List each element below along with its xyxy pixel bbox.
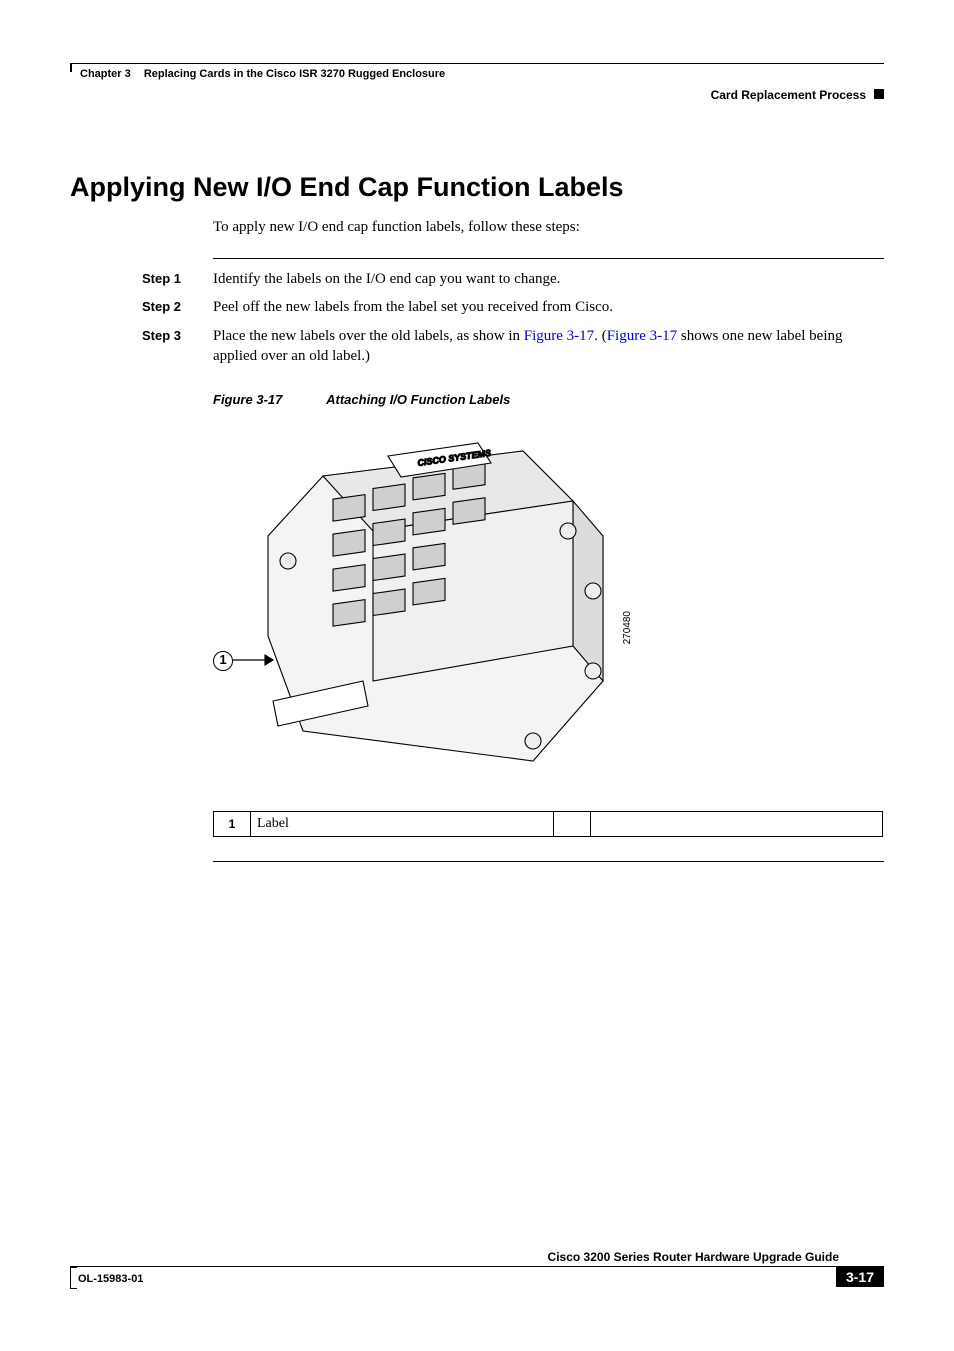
step-label: Step 1 — [142, 269, 213, 289]
figure-link[interactable]: Figure 3-17 — [524, 328, 594, 344]
legend-desc-empty — [591, 812, 883, 837]
header-marker-icon — [874, 89, 884, 99]
footer-doc-title: Cisco 3200 Series Router Hardware Upgrad… — [548, 1250, 839, 1264]
footer-rule: OL-15983-01 3-17 — [70, 1266, 884, 1291]
step-row: Step 2 Peel off the new labels from the … — [142, 297, 884, 317]
figure-drawing-id: 270480 — [622, 611, 633, 644]
footer-ol-bracket-icon — [70, 1267, 77, 1289]
legend-num: 1 — [214, 812, 251, 837]
steps-bottom-rule — [213, 861, 884, 862]
figure-link[interactable]: Figure 3-17 — [607, 328, 677, 344]
intro-text: To apply new I/O end cap function labels… — [213, 219, 884, 236]
running-header-right: Card Replacement Process — [711, 88, 866, 102]
step3-mid: . ( — [594, 328, 607, 344]
figure-title: Attaching I/O Function Labels — [326, 392, 510, 407]
step-row: Step 3 Place the new labels over the old… — [142, 326, 884, 367]
figure-caption: Figure 3-17 Attaching I/O Function Label… — [213, 392, 884, 407]
chapter-label: Chapter 3 — [80, 68, 131, 80]
step3-prefix: Place the new labels over the old labels… — [213, 328, 524, 344]
step-row: Step 1 Identify the labels on the I/O en… — [142, 269, 884, 289]
steps-top-rule — [213, 258, 884, 259]
section-heading: Applying New I/O End Cap Function Labels — [70, 172, 884, 203]
callout-legend-table: 1 Label — [213, 811, 883, 837]
device-illustration: CISCO SYSTEMS — [213, 421, 633, 781]
page-number: 3-17 — [836, 1267, 884, 1287]
chapter-title: Replacing Cards in the Cisco ISR 3270 Ru… — [144, 68, 445, 80]
step-text: Place the new labels over the old labels… — [213, 326, 884, 367]
header-rule: Chapter 3 Replacing Cards in the Cisco I… — [70, 63, 884, 92]
table-row: 1 Label — [214, 812, 883, 837]
legend-num-empty — [554, 812, 591, 837]
page-footer: Cisco 3200 Series Router Hardware Upgrad… — [70, 1266, 884, 1291]
step-label: Step 2 — [142, 297, 213, 317]
figure-image: 1 — [213, 421, 633, 781]
running-header-left: Chapter 3 Replacing Cards in the Cisco I… — [80, 68, 445, 80]
step-text: Identify the labels on the I/O end cap y… — [213, 269, 884, 289]
step-text: Peel off the new labels from the label s… — [213, 297, 884, 317]
legend-desc: Label — [251, 812, 554, 837]
step-label: Step 3 — [142, 326, 213, 367]
header-tick — [70, 64, 72, 72]
figure-number: Figure 3-17 — [213, 392, 323, 407]
footer-ol-number: OL-15983-01 — [78, 1273, 143, 1285]
